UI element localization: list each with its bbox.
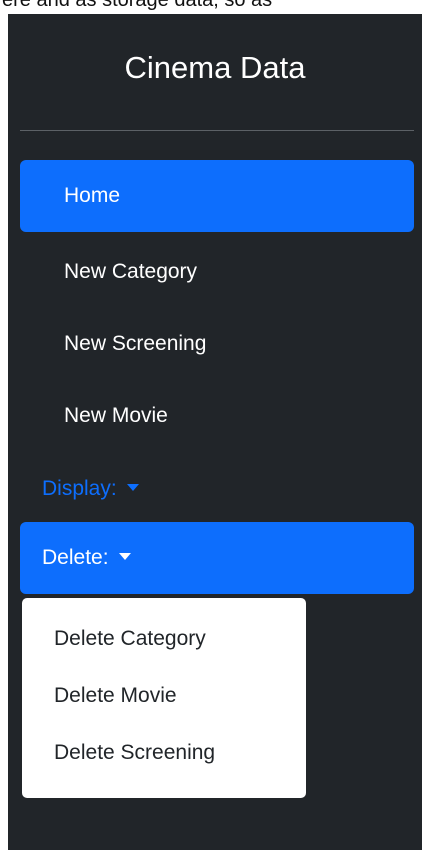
menu-item-delete-category[interactable]: Delete Category	[22, 610, 306, 667]
delete-dropdown-menu: Delete Category Delete Movie Delete Scre…	[22, 598, 306, 798]
nav-item-label: New Category	[64, 260, 198, 283]
sidebar: Cinema Data Home New Category New Screen…	[8, 14, 422, 850]
menu-item-delete-screening[interactable]: Delete Screening	[22, 724, 306, 781]
delete-label: Delete:	[42, 546, 109, 569]
nav-item-new-movie[interactable]: New Movie	[20, 380, 414, 452]
nav-item-label: New Screening	[64, 332, 207, 355]
nav-item-new-screening[interactable]: New Screening	[20, 308, 414, 380]
nav-item-label: New Movie	[64, 404, 168, 427]
caret-down-icon	[118, 552, 131, 560]
partial-page-text: ere and as storage data, so as	[0, 0, 436, 14]
nav-item-new-category[interactable]: New Category	[20, 236, 414, 308]
cut-off-text: ere and as storage data, so as	[2, 0, 273, 11]
menu-item-delete-movie[interactable]: Delete Movie	[22, 667, 306, 724]
brand-title: Cinema Data	[124, 50, 306, 85]
display-dropdown-toggle[interactable]: Display:	[20, 469, 139, 509]
display-label: Display:	[42, 477, 117, 500]
caret-down-icon	[126, 483, 139, 491]
divider	[20, 130, 414, 131]
delete-dropdown-toggle[interactable]: Delete:	[20, 522, 414, 594]
nav-item-label: Home	[64, 184, 121, 207]
nav-item-home[interactable]: Home	[20, 160, 414, 232]
